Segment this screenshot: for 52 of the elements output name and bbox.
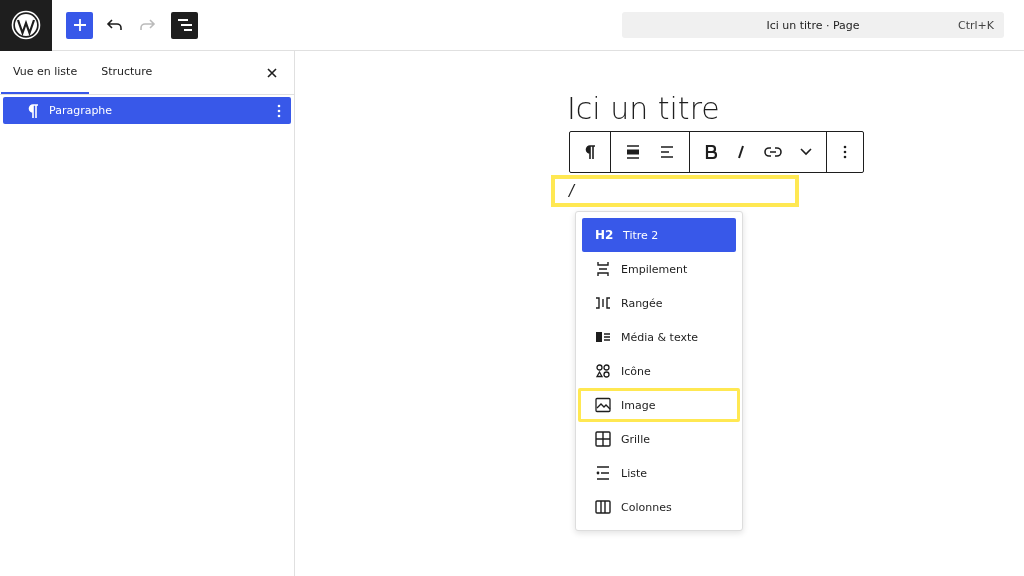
block-option[interactable]: Image	[578, 388, 740, 422]
block-label: Colonnes	[621, 500, 672, 514]
bold-icon[interactable]	[704, 144, 718, 160]
block-label: Image	[621, 398, 656, 412]
block-option[interactable]: Icône	[582, 354, 736, 388]
block-option[interactable]: Empilement	[582, 252, 736, 286]
link-icon[interactable]	[764, 146, 782, 158]
media-text-icon	[595, 329, 611, 345]
shortcut-label: Ctrl+K	[958, 18, 994, 32]
block-label: Empilement	[621, 262, 688, 276]
sidebar-tab[interactable]: Structure	[89, 51, 165, 94]
block-label: Média & texte	[621, 330, 699, 344]
italic-icon[interactable]	[736, 144, 746, 160]
block-label: Titre 2	[623, 228, 659, 242]
block-label: Liste	[621, 466, 647, 480]
row-icon	[595, 295, 611, 311]
chevron-down-icon[interactable]	[800, 148, 812, 156]
document-overview-button[interactable]	[171, 11, 198, 39]
document-title: Ici un titre · Page	[766, 18, 860, 32]
add-block-button[interactable]	[66, 11, 93, 39]
plus-icon	[72, 18, 87, 32]
block-label: Icône	[621, 364, 651, 378]
block-option[interactable]: Colonnes	[582, 490, 736, 524]
paragraph-field[interactable]: /	[551, 175, 799, 207]
more-options-icon[interactable]	[843, 145, 847, 159]
block-option[interactable]: Grille	[582, 422, 736, 456]
list-icon	[595, 465, 611, 481]
stack-icon	[595, 261, 611, 277]
block-label: Grille	[621, 432, 650, 446]
grid-icon	[595, 431, 611, 447]
columns-icon	[595, 499, 611, 515]
block-option[interactable]: H2 Titre 2	[582, 218, 736, 252]
command-bar[interactable]: Ici un titre · Page Ctrl+K	[622, 12, 1004, 38]
block-option[interactable]: Liste	[582, 456, 736, 490]
heading-level-label: H2	[595, 228, 613, 242]
w-logo-icon	[11, 10, 41, 40]
wordpress-logo[interactable]	[0, 0, 52, 51]
block-option[interactable]: Rangée	[582, 286, 736, 320]
sidebar-tab[interactable]: Vue en liste	[1, 51, 90, 94]
block-option[interactable]: Média & texte	[582, 320, 736, 354]
list-icon	[176, 18, 193, 32]
close-icon[interactable]	[266, 66, 278, 79]
pilcrow-icon	[27, 102, 39, 119]
list-view-item[interactable]: Paragraphe	[3, 97, 291, 124]
pilcrow-icon[interactable]	[584, 144, 596, 160]
page-title[interactable]: Ici un titre	[551, 89, 720, 129]
text-align-left-icon[interactable]	[659, 144, 675, 160]
align-icon[interactable]	[625, 144, 641, 160]
shapes-icon	[595, 363, 611, 379]
item-label: Paragraphe	[49, 104, 113, 117]
image-icon	[595, 397, 611, 413]
block-label: Rangée	[621, 296, 663, 310]
